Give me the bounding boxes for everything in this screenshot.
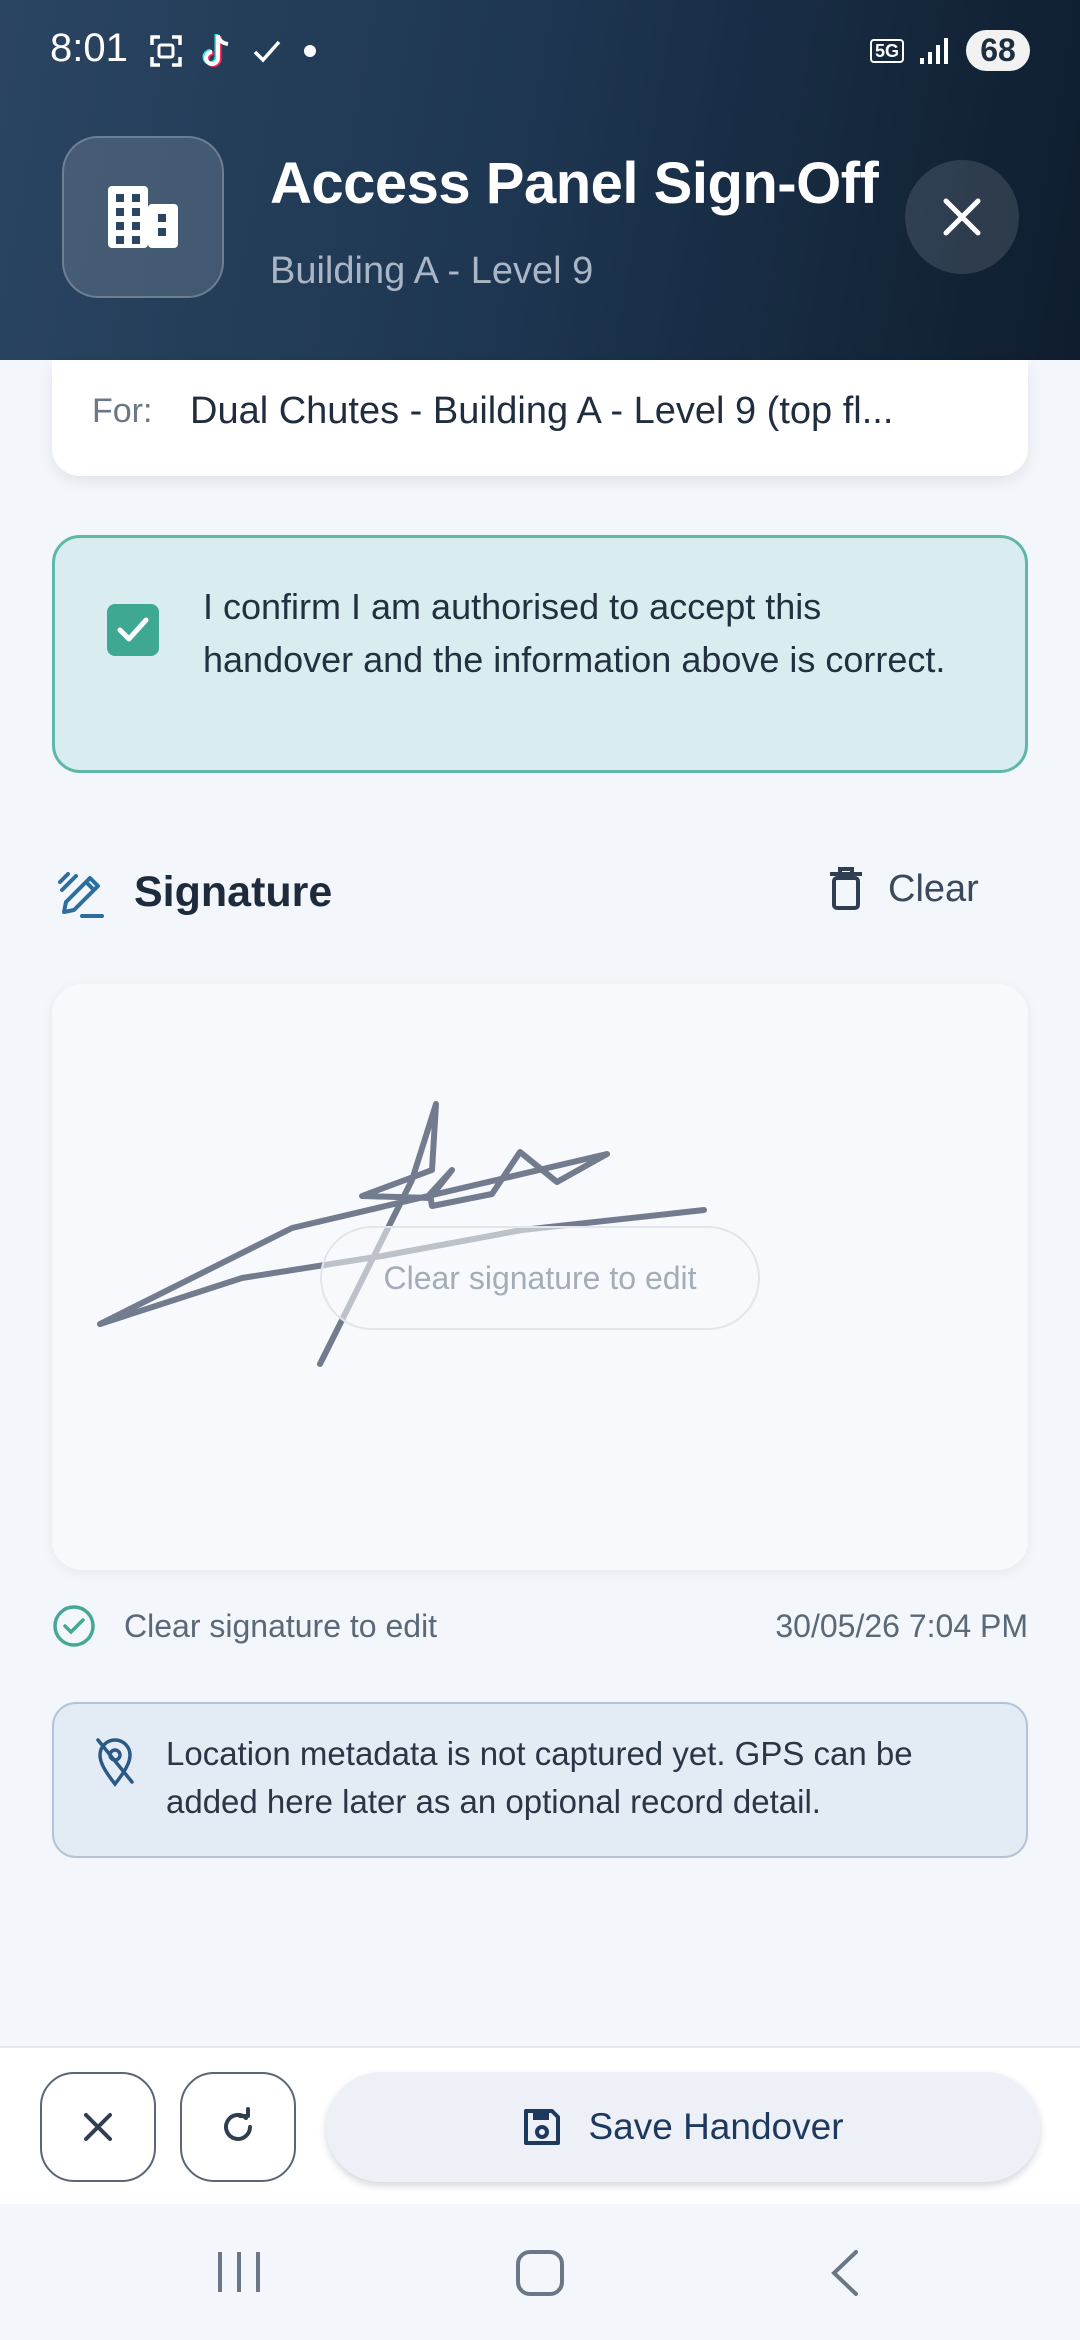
signature-meta: Clear signature to edit 30/05/26 7:04 PM [52,1600,1028,1650]
signature-status: Clear signature to edit [124,1608,438,1644]
recent-apps-icon[interactable] [214,2250,264,2294]
trash-icon [830,867,862,910]
for-label: For: [92,392,153,430]
app-header: 8:01 5G 68 Access Panel Sign-Off Buildin… [0,0,1080,360]
system-nav-bar [0,2204,1080,2340]
page-subtitle: Building A - Level 9 [270,250,594,292]
location-note: Location metadata is not captured yet. G… [52,1702,1028,1858]
header-icon-box [62,136,224,298]
screenshot-icon [150,35,182,67]
page-title: Access Panel Sign-Off [270,151,879,216]
reset-button[interactable] [180,2072,296,2182]
checkmark-icon [117,617,149,642]
confirm-text: I confirm I am authorised to accept this… [203,586,946,680]
signature-timestamp: 30/05/26 7:04 PM [775,1608,1028,1644]
signature-pad[interactable]: Clear signature to edit [52,984,1028,1570]
close-button[interactable] [905,160,1019,274]
home-icon[interactable] [514,2248,566,2298]
dot-icon [304,45,316,57]
status-bar: 8:01 5G 68 [0,0,1080,100]
check-icon [253,40,281,63]
target-card: For: Dual Chutes - Building A - Level 9 … [52,360,1028,476]
confirm-checkbox[interactable] [107,604,159,656]
signature-title: Signature [134,868,333,916]
close-icon [943,198,981,236]
back-icon[interactable] [826,2248,862,2298]
status-icons-right: 5G 68 [869,30,1030,71]
network-5g-icon: 5G [869,38,904,63]
save-icon [524,2109,561,2145]
confirmation-card[interactable]: I confirm I am authorised to accept this… [52,535,1028,773]
building-icon [108,186,178,248]
bottom-action-bar: Save Handover [0,2046,1080,2204]
clear-signature-button[interactable]: Clear [826,866,979,912]
clear-label: Clear [888,867,979,910]
location-off-icon [96,1738,134,1787]
signature-pen-icon [58,872,104,918]
status-icons-left [148,32,320,70]
signature-locked-overlay: Clear signature to edit [320,1226,760,1330]
cancel-button[interactable] [40,2072,156,2182]
location-note-text: Location metadata is not captured yet. G… [166,1735,913,1820]
refresh-icon [224,2107,252,2141]
tiktok-icon [202,34,229,67]
save-handover-button[interactable]: Save Handover [326,2072,1040,2182]
save-label: Save Handover [588,2106,844,2147]
close-icon [84,2113,112,2141]
check-circle-icon [53,1605,95,1647]
battery-indicator: 68 [966,30,1030,71]
signal-icon [920,37,948,64]
for-value: Dual Chutes - Building A - Level 9 (top … [190,390,894,432]
status-time: 8:01 [50,26,128,70]
